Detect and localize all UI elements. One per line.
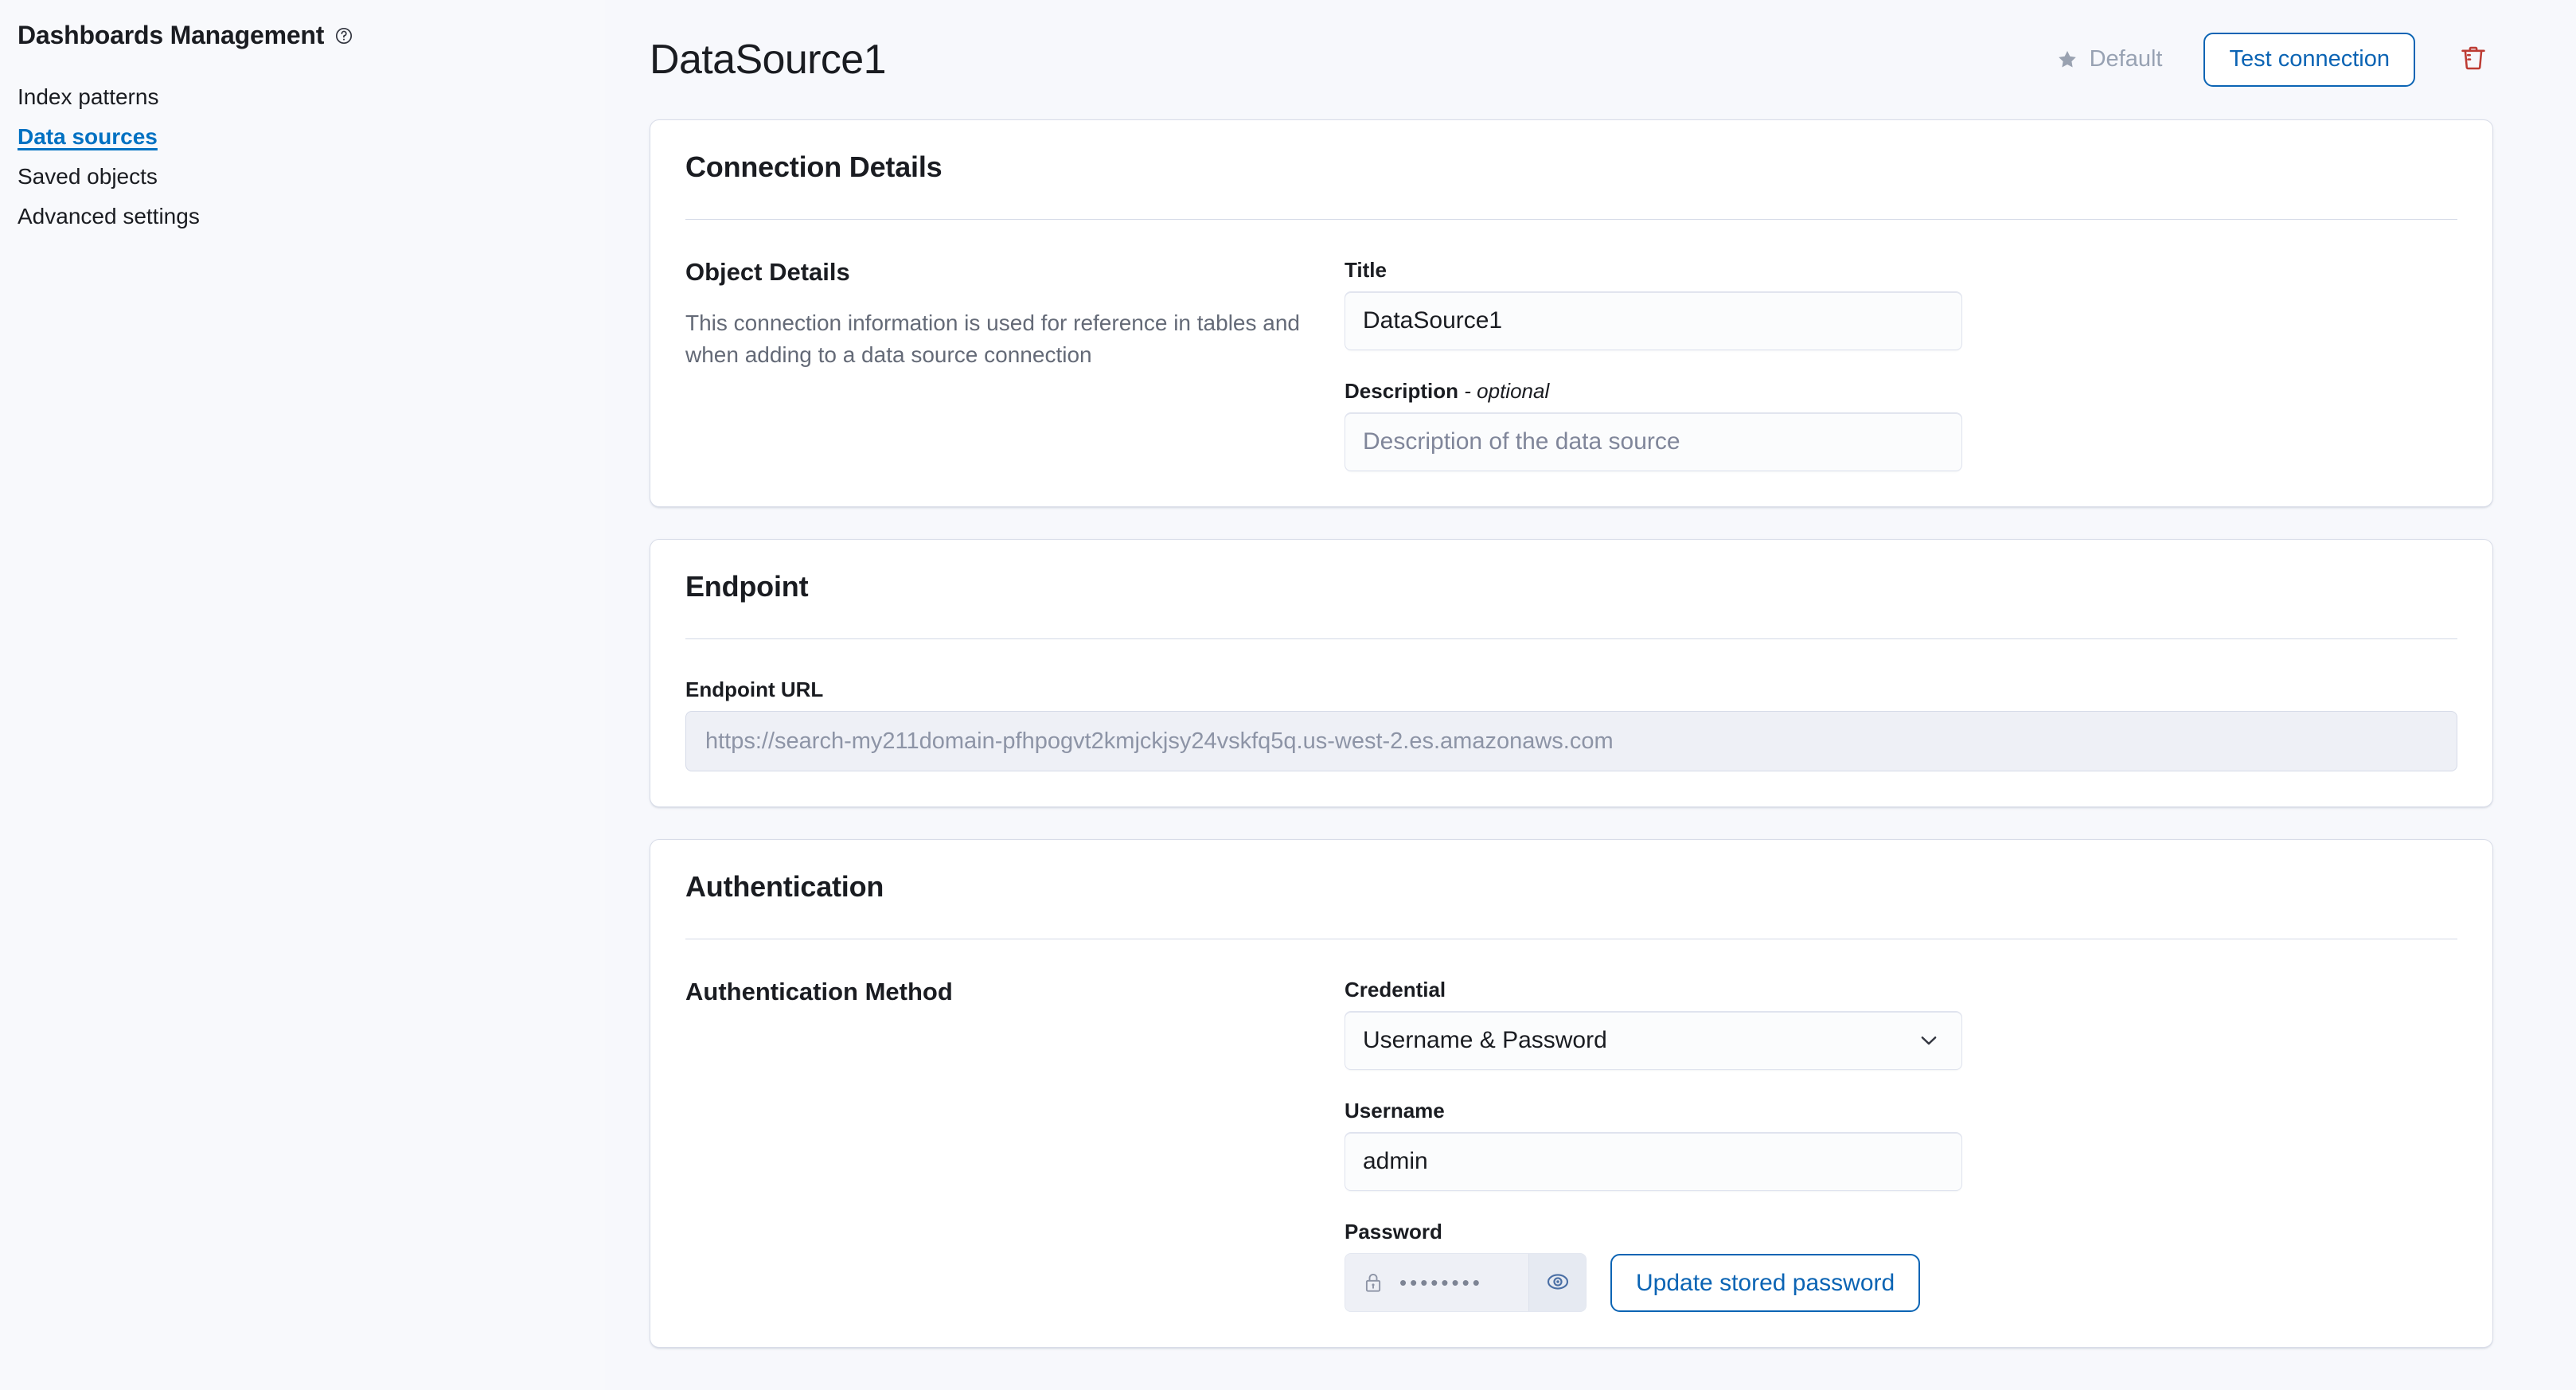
password-field-group: Password [1345, 1220, 2457, 1312]
header-actions: Default Test connection [2056, 33, 2493, 87]
password-input-inner: •••••••• [1345, 1254, 1528, 1311]
authentication-method-info: Authentication Method [685, 978, 1338, 1027]
sidebar: Dashboards Management Index patterns Dat… [0, 0, 605, 1390]
username-field-group: Username admin [1345, 1099, 2457, 1191]
trash-icon [2458, 43, 2488, 76]
title-label: Title [1345, 258, 2457, 283]
credential-label: Credential [1345, 978, 2457, 1002]
sidebar-title: Dashboards Management [18, 21, 324, 50]
sidebar-nav: Index patterns Data sources Saved object… [18, 77, 605, 236]
connection-details-title: Connection Details [685, 150, 2457, 184]
toggle-password-visibility-button[interactable] [1528, 1254, 1586, 1311]
main-content: DataSource1 Default Test connection [605, 0, 2576, 1390]
authentication-title: Authentication [685, 870, 2457, 904]
title-input[interactable]: DataSource1 [1345, 291, 1962, 350]
object-details-info: Object Details This connection informati… [685, 258, 1338, 371]
description-label: Description - optional [1345, 379, 2457, 404]
password-input[interactable]: •••••••• [1345, 1253, 1587, 1312]
object-details-description: This connection information is used for … [685, 307, 1306, 371]
default-label: Default [2090, 46, 2163, 72]
panel-divider [685, 638, 2457, 639]
title-field-group: Title DataSource1 [1345, 258, 2457, 350]
test-connection-button[interactable]: Test connection [2203, 33, 2415, 87]
authentication-fields: Credential Username & Password Username [1338, 978, 2457, 1312]
endpoint-url-input: https://search-my211domain-pfhpogvt2kmjc… [685, 711, 2457, 771]
page-header: DataSource1 Default Test connection [605, 0, 2576, 119]
sidebar-item-saved-objects[interactable]: Saved objects [18, 157, 605, 197]
endpoint-url-label: Endpoint URL [685, 677, 2457, 702]
panel-divider [685, 219, 2457, 220]
description-input[interactable]: Description of the data source [1345, 412, 1962, 471]
app-root: Dashboards Management Index patterns Dat… [0, 0, 2576, 1390]
sidebar-item-data-sources[interactable]: Data sources [18, 117, 605, 157]
authentication-panel: Authentication Authentication Method Cre… [650, 839, 2493, 1348]
delete-datasource-button[interactable] [2453, 38, 2493, 80]
object-details-row: Object Details This connection informati… [685, 258, 2457, 471]
authentication-method-row: Authentication Method Credential Usernam… [685, 978, 2457, 1312]
object-details-fields: Title DataSource1 Description - optional… [1338, 258, 2457, 471]
authentication-method-heading: Authentication Method [685, 978, 1306, 1006]
default-badge[interactable]: Default [2056, 46, 2163, 72]
connection-details-panel: Connection Details Object Details This c… [650, 119, 2493, 507]
password-row: •••••••• [1345, 1253, 2457, 1312]
sidebar-header: Dashboards Management [18, 21, 605, 50]
sidebar-item-advanced-settings[interactable]: Advanced settings [18, 197, 605, 236]
description-optional-text: - optional [1464, 379, 1549, 403]
password-label: Password [1345, 1220, 2457, 1244]
username-label: Username [1345, 1099, 2457, 1123]
chevron-down-icon [1917, 1029, 1941, 1052]
lock-icon [1361, 1271, 1385, 1294]
endpoint-title: Endpoint [685, 570, 2457, 603]
sidebar-item-index-patterns[interactable]: Index patterns [18, 77, 605, 117]
credential-field-group: Credential Username & Password [1345, 978, 2457, 1070]
description-label-text: Description [1345, 379, 1458, 403]
endpoint-panel: Endpoint Endpoint URL https://search-my2… [650, 539, 2493, 807]
update-stored-password-button[interactable]: Update stored password [1610, 1254, 1920, 1312]
eye-icon [1545, 1269, 1571, 1297]
credential-selected-value: Username & Password [1363, 1027, 1607, 1054]
star-icon [2056, 49, 2078, 71]
object-details-heading: Object Details [685, 258, 1306, 287]
help-circle-icon[interactable] [334, 26, 353, 45]
endpoint-url-field-group: Endpoint URL https://search-my211domain-… [685, 677, 2457, 771]
description-field-group: Description - optional Description of th… [1345, 379, 2457, 471]
password-masked-value: •••••••• [1399, 1272, 1483, 1293]
page-title: DataSource1 [650, 39, 886, 80]
username-input[interactable]: admin [1345, 1132, 1962, 1191]
credential-select[interactable]: Username & Password [1345, 1011, 1962, 1070]
